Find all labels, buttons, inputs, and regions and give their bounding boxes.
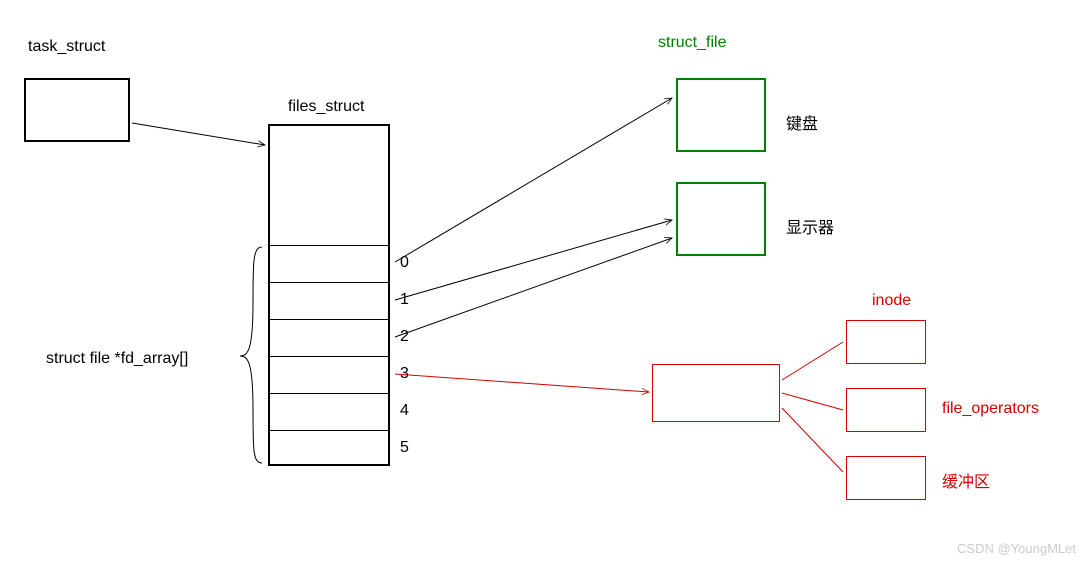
struct-file-display-box [676, 182, 766, 256]
fd-index-2: 2 [400, 328, 409, 346]
struct-file-keyboard-box [676, 78, 766, 152]
inode-label: inode [872, 292, 911, 310]
watermark: CSDN @YoungMLet [957, 541, 1076, 556]
arrows-overlay [0, 0, 1090, 566]
fd-row-divider-top [270, 245, 388, 246]
file-operators-label: file_operators [942, 400, 1039, 418]
fd-array-label: struct file *fd_array[] [46, 350, 188, 368]
fd-row-divider-1 [270, 282, 388, 283]
files-struct-label: files_struct [288, 98, 364, 116]
display-label: 显示器 [786, 214, 834, 238]
fd-index-1: 1 [400, 291, 409, 309]
fd-row-divider-3 [270, 356, 388, 357]
fd-index-0: 0 [400, 254, 409, 272]
fd-index-5: 5 [400, 439, 409, 457]
fd-index-3: 3 [400, 365, 409, 383]
buffer-box [846, 456, 926, 500]
fd-row-divider-5 [270, 430, 388, 431]
task-struct-label: task_struct [28, 38, 105, 56]
file-red-box [652, 364, 780, 422]
struct-file-label: struct_file [658, 34, 726, 52]
files-struct-box [268, 124, 390, 466]
fd-index-4: 4 [400, 402, 409, 420]
buffer-label: 缓冲区 [942, 468, 990, 492]
fd-row-divider-2 [270, 319, 388, 320]
inode-box [846, 320, 926, 364]
keyboard-label: 键盘 [786, 110, 818, 134]
fd-row-divider-4 [270, 393, 388, 394]
task-struct-box [24, 78, 130, 142]
file-operators-box [846, 388, 926, 432]
